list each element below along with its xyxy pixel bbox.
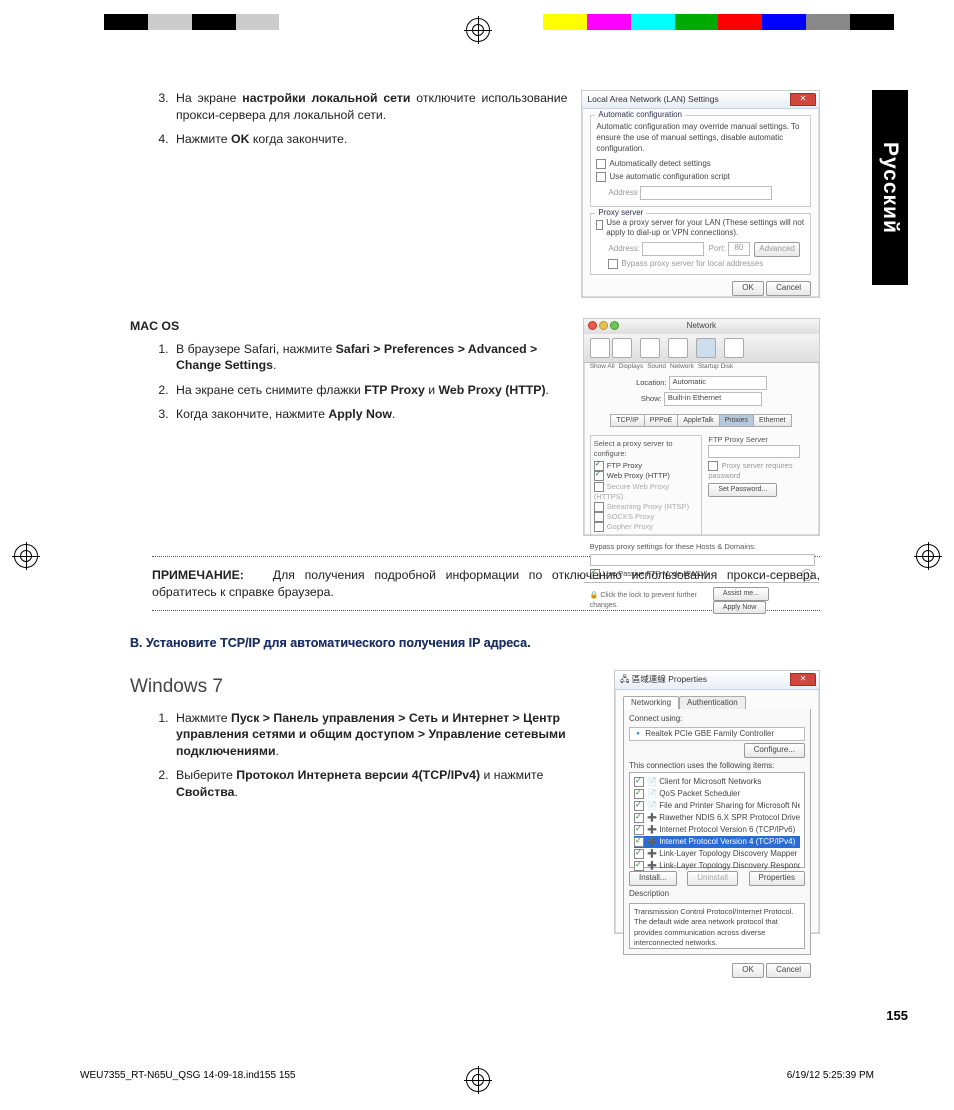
list-item: На экране сеть снимите флажки FTP Proxy …: [172, 382, 569, 399]
dialog-title: Local Area Network (LAN) Settings: [587, 94, 718, 104]
mac-network-screenshot: Network Show AllDisplaysSoundNetworkStar…: [583, 318, 820, 536]
page-content: На экране настройки локальной сети отклю…: [130, 90, 820, 1030]
list-item: Нажмите OK когда закончите.: [172, 131, 567, 148]
list-item: Нажмите Пуск > Панель управления > Сеть …: [172, 710, 600, 760]
list-item: Когда закончите, нажмите Apply Now.: [172, 406, 569, 423]
cancel-button: Cancel: [766, 963, 811, 978]
section-b-heading: В. Установите TCP/IP для автоматического…: [130, 635, 820, 652]
list-item: На экране настройки локальной сети отклю…: [172, 90, 567, 123]
ok-button: OK: [732, 963, 764, 978]
print-footer: WEU7355_RT-N65U_QSG 14-09-18.ind155 155 …: [80, 1070, 874, 1081]
lan-settings-screenshot: Local Area Network (LAN) Settings ✕ Auto…: [581, 90, 820, 298]
list-item: Выберите Протокол Интернета версии 4(TCP…: [172, 767, 600, 800]
footer-timestamp: 6/19/12 5:25:39 PM: [787, 1070, 874, 1081]
registration-mark-icon: [466, 18, 490, 42]
registration-mark-icon: [14, 544, 38, 568]
windows7-heading: Windows 7: [130, 674, 600, 700]
registration-mark-icon: [916, 544, 940, 568]
instructions-list: В браузере Safari, нажмите Safari > Pref…: [130, 341, 569, 423]
list-item: В браузере Safari, нажмите Safari > Pref…: [172, 341, 569, 374]
cancel-button: Cancel: [766, 281, 811, 296]
instructions-list: Нажмите Пуск > Панель управления > Сеть …: [130, 710, 600, 801]
close-icon: ✕: [790, 673, 816, 686]
macos-heading: MAC OS: [130, 318, 569, 335]
win7-properties-screenshot: 🖧 區域連線 Properties ✕ NetworkingAuthentica…: [614, 670, 820, 934]
ok-button: OK: [732, 281, 764, 296]
page-number: 155: [886, 1008, 908, 1023]
footer-filename: WEU7355_RT-N65U_QSG 14-09-18.ind155 155: [80, 1070, 296, 1081]
network-icon: 🖧: [620, 674, 629, 684]
instructions-list: На экране настройки локальной сети отклю…: [130, 90, 567, 148]
language-tab: Русский: [872, 90, 908, 285]
close-icon: ✕: [790, 93, 816, 106]
